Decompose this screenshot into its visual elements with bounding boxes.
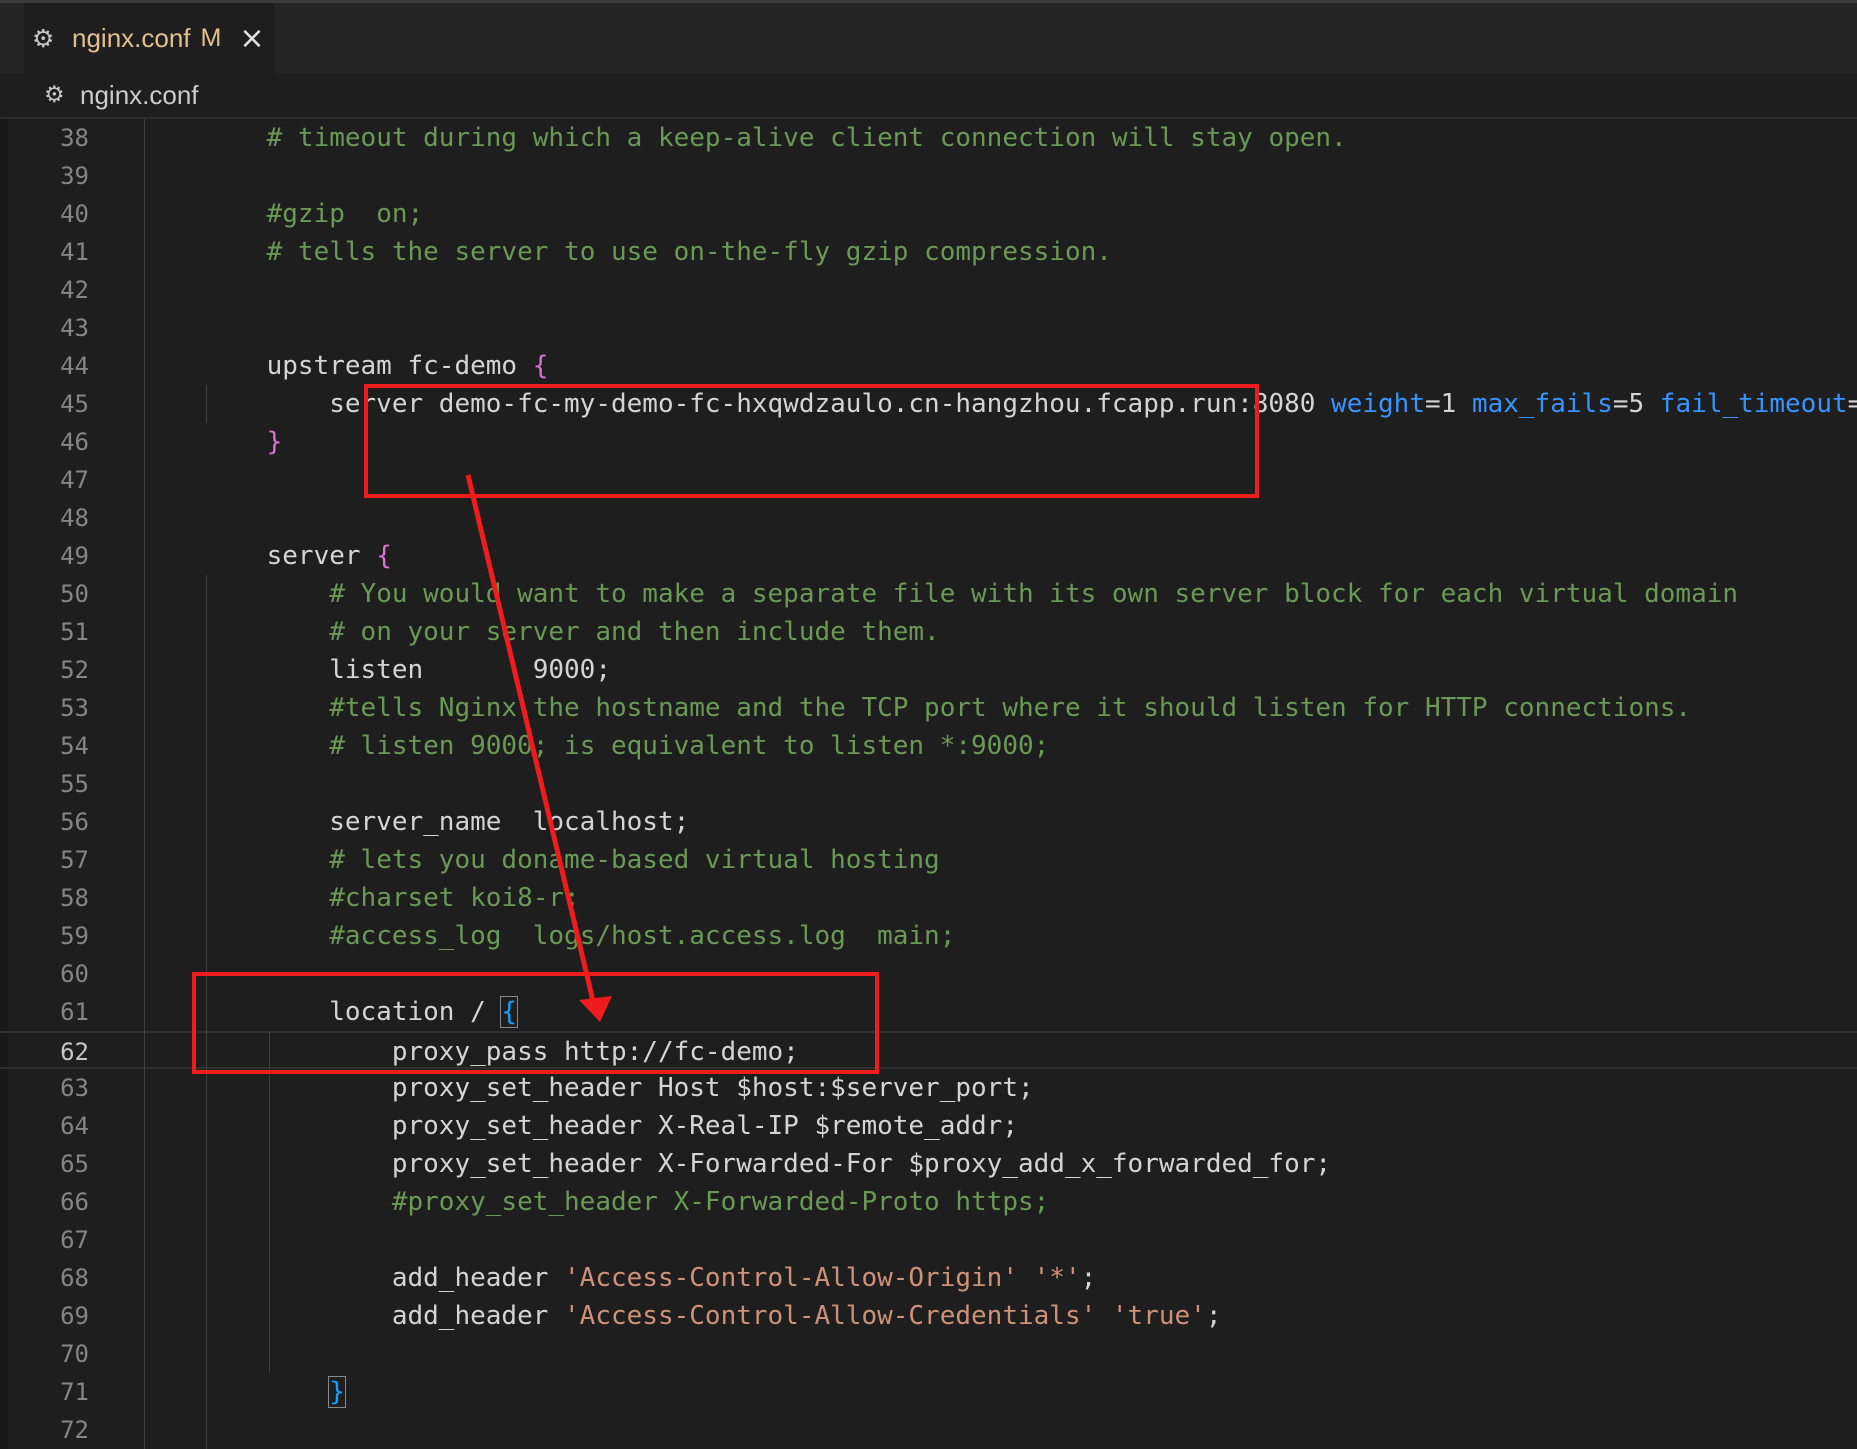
- arrow-shaft: [465, 474, 597, 1006]
- arrow-head: [579, 996, 612, 1022]
- annotation-arrow: [465, 474, 612, 1022]
